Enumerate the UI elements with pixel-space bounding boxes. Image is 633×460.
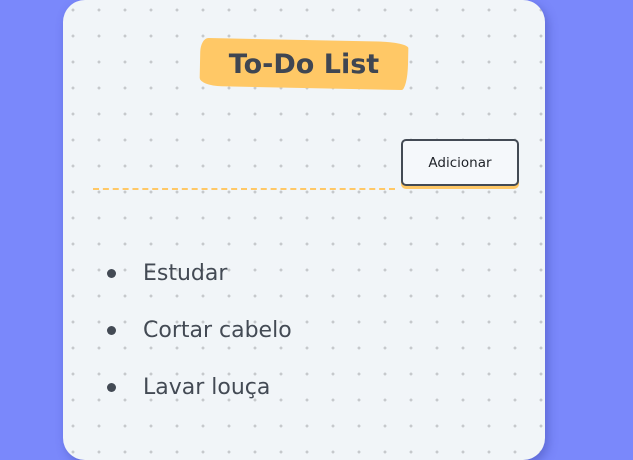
app-title: To-Do List xyxy=(228,49,380,80)
task-text: Lavar louça xyxy=(143,375,271,400)
task-text: Cortar cabelo xyxy=(143,318,292,343)
bullet-icon xyxy=(107,383,116,392)
bullet-icon xyxy=(107,269,116,278)
task-text: Estudar xyxy=(143,261,228,286)
title-highlight: To-Do List xyxy=(199,37,409,91)
bullet-icon xyxy=(107,326,116,335)
todo-card: To-Do List Adicionar Estudar Cortar cabe… xyxy=(63,0,545,460)
add-button[interactable]: Adicionar xyxy=(401,139,519,186)
list-item[interactable]: Cortar cabelo xyxy=(103,302,292,359)
task-list: Estudar Cortar cabelo Lavar louça xyxy=(103,245,292,416)
list-item[interactable]: Estudar xyxy=(103,245,292,302)
task-input[interactable] xyxy=(93,160,395,190)
list-item[interactable]: Lavar louça xyxy=(103,359,292,416)
